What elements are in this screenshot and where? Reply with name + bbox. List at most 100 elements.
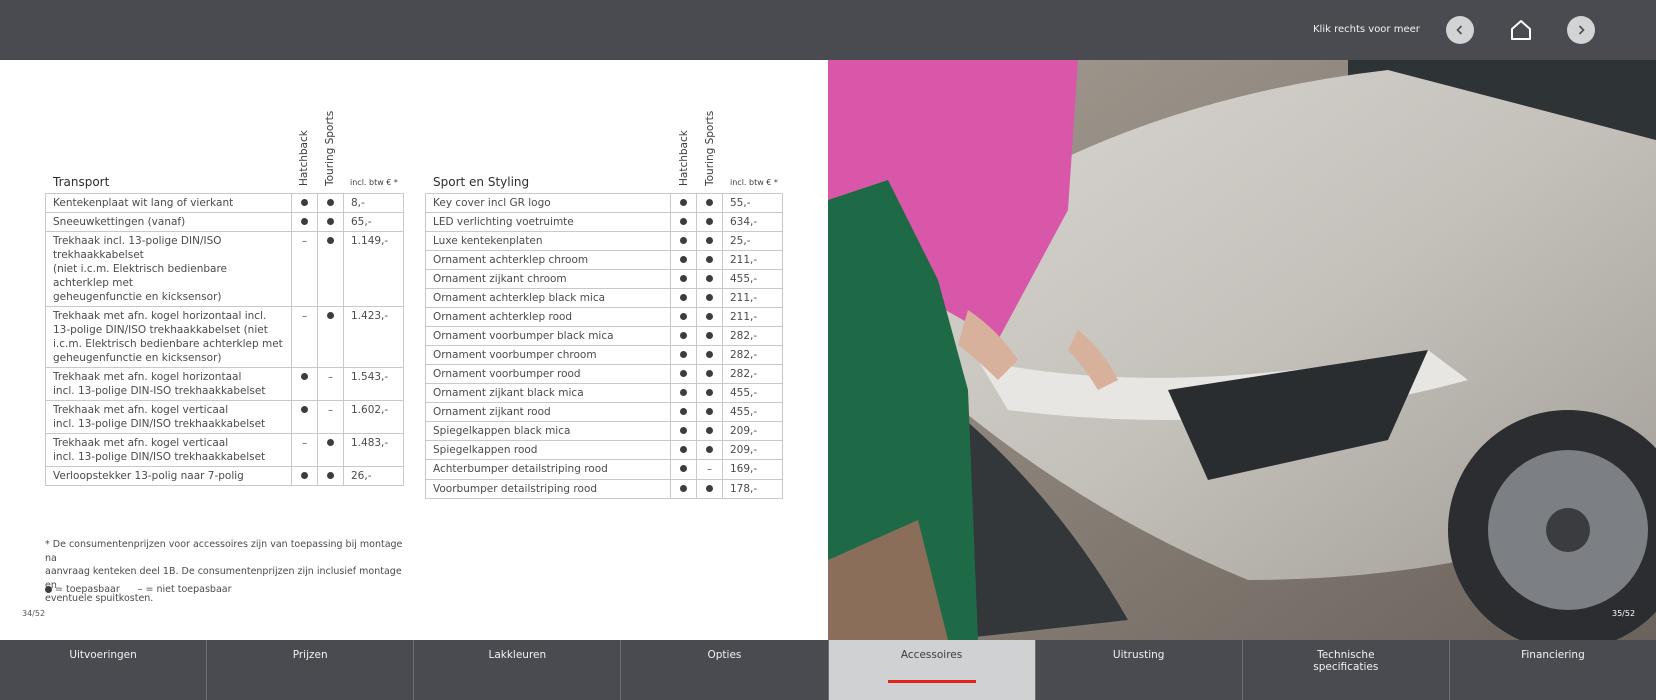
accessory-name: Spiegelkappen black mica [425,421,671,441]
accessory-price: 282,- [722,326,783,346]
hatchback-availability [670,231,697,251]
nav-tab-label: Financiering [1521,649,1585,661]
accessory-price: 211,- [722,288,783,308]
accessory-price: 209,- [722,421,783,441]
home-icon[interactable] [1509,18,1533,42]
nav-tab-uitvoeringen[interactable]: Uitvoeringen [0,640,208,700]
hatchback-availability [670,402,697,422]
touring-sports-availability [696,288,723,308]
transport-table: Kentekenplaat wit lang of vierkant 8,- Sne… [45,193,404,486]
touring-sports-availability [696,307,723,327]
accessory-price: 282,- [722,364,783,384]
touring-sports-availability [696,383,723,403]
nav-tab-financiering[interactable]: Financiering [1450,640,1656,700]
dot-icon [706,389,713,396]
top-bar: Klik rechts voor meer [0,0,1656,60]
previous-page-button[interactable] [1446,16,1474,44]
table-row: Ornament achterklep black mica 211,- [425,288,783,308]
table-row: LED verlichting voetruimte 634,- [425,212,783,232]
touring-sports-availability [696,440,723,460]
hatchback-availability [670,421,697,441]
dot-icon [706,218,713,225]
hatchback-availability [291,212,318,232]
nav-tab-prijzen[interactable]: Prijzen [207,640,415,700]
accessory-name: Ornament voorbumper chroom [425,345,671,365]
hatchback-availability [670,326,697,346]
table-row: Trekhaak met afn. kogel verticaal incl. … [45,400,404,434]
transport-title: Transport [53,175,110,189]
page-number-left: 34/52 [22,609,46,618]
legend: = toepasbaar – = niet toepasbaar [45,584,232,595]
accessory-name: Ornament achterklep rood [425,307,671,327]
chevron-left-icon [1456,25,1463,35]
dash-icon: – [328,405,333,416]
next-page-button[interactable] [1567,16,1595,44]
accessory-name: Spiegelkappen rood [425,440,671,460]
touring-sports-availability [696,402,723,422]
sport-col-touring-sports: Touring Sports [704,110,716,186]
touring-sports-availability [696,421,723,441]
accessory-name: Ornament zijkant black mica [425,383,671,403]
dot-icon [327,312,334,319]
hatchback-availability [291,367,318,401]
page-number-right: 35/52 [1612,609,1636,618]
accessory-price: 455,- [722,269,783,289]
nav-tab-label: Uitvoeringen [69,649,137,661]
dot-icon [706,485,713,492]
table-row: Luxe kentekenplaten 25,- [425,231,783,251]
dot-icon [680,218,687,225]
dot-icon [301,373,308,380]
dash-icon: – [328,372,333,383]
dot-icon [301,472,308,479]
nav-tab-accessoires[interactable]: Accessoires [828,640,1036,700]
hatchback-availability [670,459,697,480]
accessory-price: 1.149,- [343,231,404,307]
dot-icon [327,439,334,446]
touring-sports-availability [317,212,344,232]
hatchback-availability [670,479,697,499]
dot-icon [680,237,687,244]
table-row: Ornament voorbumper black mica 282,- [425,326,783,346]
accessory-price: 282,- [722,345,783,365]
nav-tab-label: Uitrusting [1112,649,1165,661]
accessory-name: Achterbumper detailstriping rood [425,459,671,480]
accessory-price: 55,- [722,193,783,213]
dot-icon [680,313,687,320]
dot-icon [706,427,713,434]
dot-icon [706,351,713,358]
table-row: Sneeuwkettingen (vanaf) 65,- [45,212,404,232]
table-row: Verloopstekker 13-polig naar 7-polig 26,- [45,466,404,486]
hatchback-availability [670,193,697,213]
nav-tab-label: Accessoires [900,649,963,661]
legend-not-applicable: – = niet toepasbaar [137,584,232,595]
dot-icon [327,218,334,225]
accessory-price: 25,- [722,231,783,251]
hatchback-availability [670,345,697,365]
sport-col-price: incl. btw € * [730,178,778,187]
accessory-price: 455,- [722,402,783,422]
nav-tab-lakkleuren[interactable]: Lakkleuren [414,640,622,700]
touring-sports-availability [696,326,723,346]
dot-icon [680,275,687,282]
accessories-page: Transport Hatchback Touring Sports incl.… [0,60,828,640]
chevron-right-icon [1578,25,1585,35]
dot-icon [706,237,713,244]
touring-sports-availability [696,231,723,251]
dash-icon: – [707,464,712,475]
table-row: Ornament voorbumper chroom 282,- [425,345,783,365]
dot-icon [327,237,334,244]
nav-tab-label: Lakkleuren [488,649,547,661]
accessory-name: Trekhaak met afn. kogel horizontaal incl… [45,306,292,368]
accessory-price: 178,- [722,479,783,499]
hatchback-availability [291,400,318,434]
table-row: Trekhaak incl. 13-polige DIN/ISO trekhaa… [45,231,404,307]
dot-icon [706,313,713,320]
sport-col-hatchback: Hatchback [678,130,690,186]
nav-tab-technische-specificaties[interactable]: Technische specificaties [1243,640,1450,700]
dot-icon [327,199,334,206]
nav-tab-uitrusting[interactable]: Uitrusting [1036,640,1243,700]
touring-sports-availability: – [317,400,344,434]
table-row: Ornament zijkant black mica 455,- [425,383,783,403]
accessory-price: 169,- [722,459,783,480]
nav-tab-opties[interactable]: Opties [621,640,829,700]
